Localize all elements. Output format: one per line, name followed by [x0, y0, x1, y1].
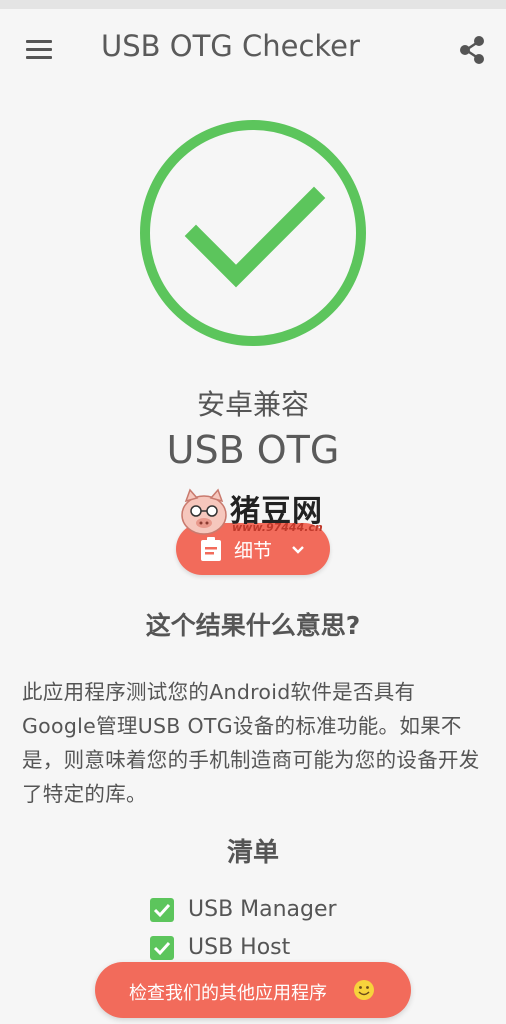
compatibility-value: USB OTG — [166, 428, 340, 472]
other-apps-button[interactable]: 检查我们的其他应用程序 — [95, 962, 411, 1018]
pig-logo-icon — [178, 487, 230, 537]
watermark-url: www.97444.cn — [232, 521, 323, 534]
app-bar: USB OTG Checker — [0, 9, 506, 89]
share-icon[interactable] — [456, 33, 490, 67]
watermark: 猪豆网 www.97444.cn — [178, 487, 338, 537]
checklist-heading: 清单 — [226, 838, 279, 868]
details-label: 细节 — [234, 540, 273, 562]
clipboard-icon — [200, 537, 222, 561]
check-circle-icon — [138, 118, 368, 348]
checkbox-checked-icon — [150, 898, 174, 922]
checklist-item-label: USB Host — [188, 935, 291, 960]
smile-icon — [353, 979, 375, 1001]
chevron-down-icon — [291, 542, 305, 556]
explanation-body: 此应用程序测试您的Android软件是否具有Google管理USB OTG设备的… — [22, 680, 480, 806]
explanation-heading: 这个结果什么意思? — [145, 611, 361, 640]
checklist-item-label: USB Manager — [188, 897, 337, 922]
other-apps-label: 检查我们的其他应用程序 — [129, 983, 327, 1004]
app-title: USB OTG Checker — [101, 29, 360, 63]
status-bar — [0, 0, 506, 9]
menu-icon[interactable] — [22, 35, 56, 65]
checkbox-checked-icon — [150, 936, 174, 960]
compatibility-label: 安卓兼容 — [196, 388, 309, 421]
